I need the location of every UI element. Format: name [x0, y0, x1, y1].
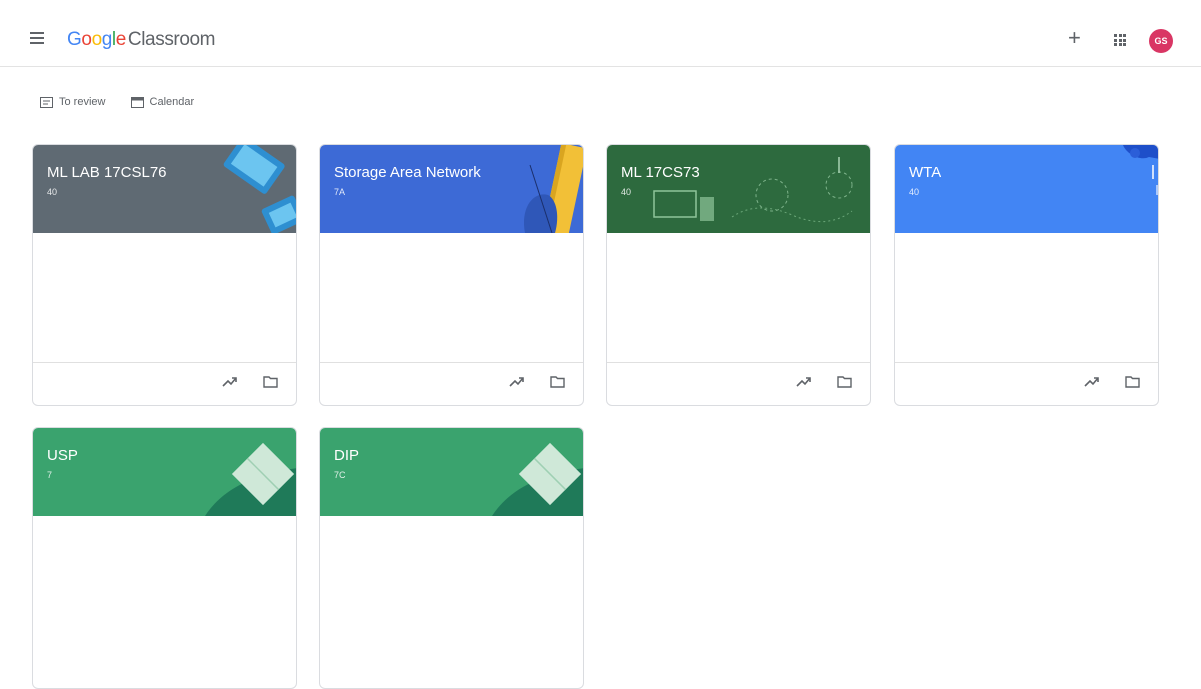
class-card[interactable]: WTA 40: [894, 144, 1159, 406]
secondary-nav: To review Calendar: [40, 96, 216, 109]
class-card-header[interactable]: USP 7: [33, 428, 296, 516]
class-title[interactable]: ML LAB 17CSL76: [47, 164, 167, 181]
calendar-icon: [130, 97, 144, 109]
create-or-join-class-button[interactable]: +: [1068, 27, 1081, 49]
folder-icon[interactable]: [837, 375, 852, 388]
class-card-footer: [320, 362, 583, 405]
class-section: 40: [47, 187, 58, 197]
top-app-bar: Google Classroom + GS: [0, 0, 1201, 67]
trending-up-icon[interactable]: [796, 375, 812, 389]
class-card-header[interactable]: DIP 7C: [320, 428, 583, 516]
class-section: 7: [47, 470, 53, 480]
class-card-footer: [895, 362, 1158, 405]
class-card[interactable]: USP 7: [32, 427, 297, 689]
class-card-header[interactable]: Storage Area Network 7A: [320, 145, 583, 233]
class-title[interactable]: Storage Area Network: [334, 164, 481, 181]
account-avatar[interactable]: GS: [1149, 29, 1173, 53]
assignment-icon: [40, 96, 53, 108]
class-theme-illustration: [607, 145, 870, 233]
calendar-link[interactable]: Calendar: [130, 96, 195, 109]
to-review-label: To review: [59, 96, 106, 109]
folder-icon[interactable]: [550, 375, 565, 388]
class-theme-illustration: [320, 145, 583, 233]
class-title[interactable]: DIP: [334, 447, 359, 464]
class-section: 40: [909, 187, 920, 197]
main-menu-button[interactable]: [30, 32, 44, 44]
class-theme-illustration: [33, 428, 296, 516]
class-card-footer: [33, 362, 296, 405]
class-theme-illustration: [895, 145, 1158, 233]
class-title[interactable]: ML 17CS73: [621, 164, 700, 181]
class-section: 7C: [334, 470, 346, 480]
class-card-header[interactable]: ML 17CS73 40: [607, 145, 870, 233]
folder-icon[interactable]: [263, 375, 278, 388]
class-title[interactable]: WTA: [909, 164, 941, 181]
google-apps-button[interactable]: [1114, 34, 1126, 46]
to-review-link[interactable]: To review: [40, 96, 105, 108]
trending-up-icon[interactable]: [509, 375, 525, 389]
folder-icon[interactable]: [1125, 375, 1140, 388]
class-card-header[interactable]: ML LAB 17CSL76 40: [33, 145, 296, 233]
product-name: Classroom: [127, 29, 216, 50]
class-card[interactable]: ML 17CS73 40: [606, 144, 871, 406]
class-section: 40: [621, 187, 632, 197]
class-card[interactable]: DIP 7C: [319, 427, 584, 689]
plus-icon: +: [1068, 25, 1081, 50]
class-card[interactable]: ML LAB 17CSL76 40: [32, 144, 297, 406]
class-theme-illustration: [320, 428, 583, 516]
calendar-label: Calendar: [149, 96, 195, 109]
class-theme-illustration: [33, 145, 296, 233]
trending-up-icon[interactable]: [1084, 375, 1100, 389]
class-card-footer: [607, 362, 870, 405]
class-card[interactable]: Storage Area Network 7A: [319, 144, 584, 406]
class-card-header[interactable]: WTA 40: [895, 145, 1158, 233]
class-title[interactable]: USP: [47, 447, 78, 464]
trending-up-icon[interactable]: [222, 375, 238, 389]
google-classroom-logo[interactable]: Google Classroom: [67, 29, 216, 51]
class-section: 7A: [334, 187, 346, 197]
hamburger-menu-icon: [30, 32, 44, 34]
